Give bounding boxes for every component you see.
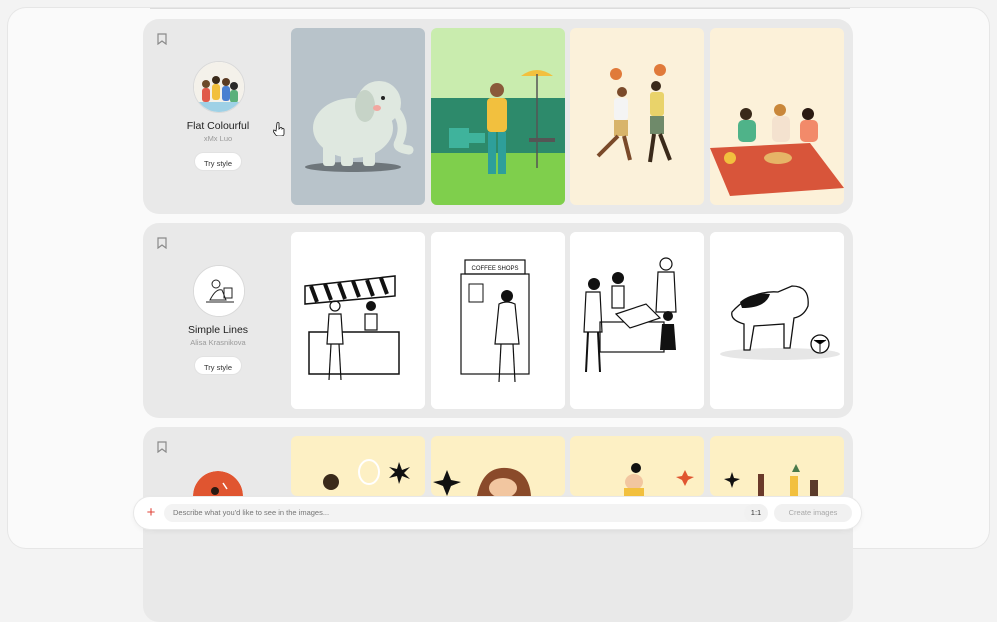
sample-image[interactable] <box>710 436 844 496</box>
style-profile: Simple Lines Alisa Krasnikova Try style <box>143 223 293 418</box>
sample-image[interactable] <box>291 28 425 205</box>
coffee-shop-sign: COFFEE SHOPS <box>471 266 518 272</box>
style-name: Flat Colourful <box>186 120 250 132</box>
add-icon[interactable]: + <box>143 505 159 521</box>
style-name: Simple Lines <box>187 324 249 336</box>
avatar[interactable] <box>193 265 245 317</box>
try-style-button[interactable]: Try style <box>194 152 242 171</box>
sample-image[interactable] <box>570 232 704 409</box>
sample-image[interactable] <box>570 28 704 205</box>
try-style-button[interactable]: Try style <box>194 356 242 375</box>
prompt-bar: + 1:1 Create images <box>134 497 861 529</box>
style-profile: Flat Colourful xMx Luo Try style <box>143 19 293 214</box>
style-card-flat-colourful: Flat Colourful xMx Luo Try style <box>143 19 853 214</box>
sample-image[interactable] <box>710 28 844 205</box>
author-name: xMx Luo <box>203 134 233 143</box>
hand-cursor-icon <box>273 122 285 136</box>
avatar[interactable] <box>193 61 245 113</box>
sample-image[interactable] <box>570 436 704 496</box>
sample-image[interactable] <box>431 436 565 496</box>
create-images-button[interactable]: Create images <box>774 504 852 522</box>
sample-image[interactable] <box>291 436 425 496</box>
author-name: Alisa Krasnikova <box>190 338 246 347</box>
prompt-input[interactable] <box>164 504 757 522</box>
sample-image[interactable]: COFFEE SHOPS <box>431 232 565 409</box>
sample-image[interactable] <box>710 232 844 409</box>
top-divider <box>150 8 850 9</box>
style-card-simple-lines: Simple Lines Alisa Krasnikova Try style … <box>143 223 853 418</box>
bookmark-icon[interactable] <box>157 441 167 453</box>
sample-image[interactable] <box>291 232 425 409</box>
aspect-ratio-button[interactable]: 1:1 <box>744 504 768 522</box>
sample-image[interactable] <box>431 28 565 205</box>
